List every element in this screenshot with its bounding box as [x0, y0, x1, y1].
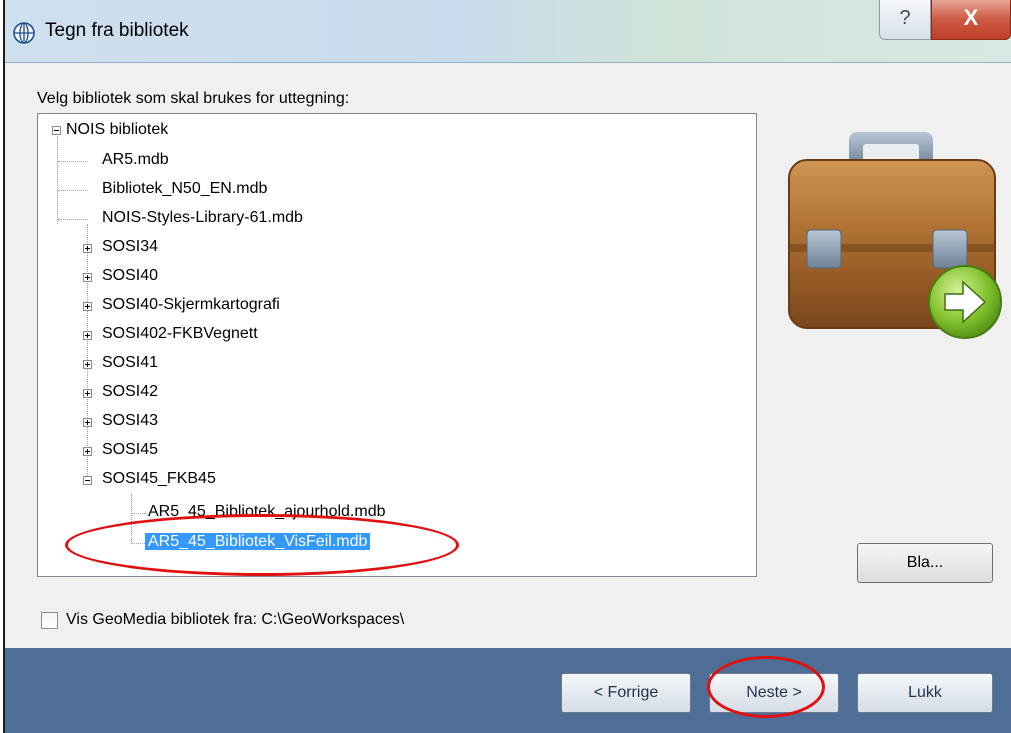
tree-item-ar5-45-ajourhold[interactable]: AR5_45_Bibliotek_ajourhold.mdb [148, 501, 386, 523]
tree-folder-sosi45[interactable]: SOSI45 [102, 439, 158, 461]
globe-icon [13, 22, 35, 44]
tree-root-nois-bibliotek[interactable]: NOIS bibliotek [66, 119, 168, 141]
expand-sosi34-toggle[interactable] [83, 244, 92, 253]
tree-item-nois-styles[interactable]: NOIS-Styles-Library-61.mdb [102, 207, 303, 229]
tree-folder-sosi43[interactable]: SOSI43 [102, 410, 158, 432]
close-button[interactable]: Lukk [857, 673, 993, 713]
expand-sosi45-toggle[interactable] [83, 447, 92, 456]
library-prompt: Velg bibliotek som skal brukes for utteg… [37, 90, 350, 107]
previous-button[interactable]: < Forrige [561, 673, 691, 713]
tree-item-ar5[interactable]: AR5.mdb [102, 149, 169, 171]
selected-item-label: AR5_45_Bibliotek_VisFeil.mdb [145, 533, 371, 550]
collapse-root-toggle[interactable] [52, 126, 61, 135]
title-bar[interactable]: Tegn fra bibliotek ? X [5, 0, 1011, 63]
expand-sosi43-toggle[interactable] [83, 418, 92, 427]
tree-folder-sosi40[interactable]: SOSI40 [102, 265, 158, 287]
expand-sosi40-skjerm-toggle[interactable] [83, 302, 92, 311]
expand-sosi42-toggle[interactable] [83, 389, 92, 398]
tree-folder-sosi42[interactable]: SOSI42 [102, 381, 158, 403]
close-icon: X [963, 5, 979, 30]
tree-folder-sosi41[interactable]: SOSI41 [102, 352, 158, 374]
library-tree[interactable]: NOIS bibliotek AR5.mdb Bibliotek_N50_EN.… [37, 113, 757, 577]
help-button[interactable]: ? [879, 0, 931, 40]
tree-item-ar5-45-visfeil[interactable]: AR5_45_Bibliotek_VisFeil.mdb [145, 531, 371, 553]
dialog-window: Tegn fra bibliotek ? X Velg bibliotek so… [3, 0, 1011, 733]
expand-sosi402-toggle[interactable] [83, 331, 92, 340]
tree-folder-sosi402-fkbvegnett[interactable]: SOSI402-FKBVegnett [102, 323, 258, 345]
help-icon: ? [899, 7, 911, 29]
tree-folder-sosi34[interactable]: SOSI34 [102, 236, 158, 258]
next-button[interactable]: Neste > [709, 673, 839, 713]
briefcase-icon [788, 132, 1002, 339]
expand-sosi41-toggle[interactable] [83, 360, 92, 369]
close-window-button[interactable]: X [931, 0, 1011, 40]
browse-button[interactable]: Bla... [857, 543, 993, 583]
tree-folder-sosi40-skjermkartografi[interactable]: SOSI40-Skjermkartografi [102, 294, 280, 316]
window-title: Tegn fra bibliotek [45, 20, 189, 41]
geomedia-library-checkbox[interactable] [41, 612, 58, 629]
collapse-sosi45-fkb45-toggle[interactable] [83, 476, 92, 485]
geomedia-library-label: Vis GeoMedia bibliotek fra: C:\GeoWorksp… [66, 611, 405, 628]
expand-sosi40-toggle[interactable] [83, 273, 92, 282]
tree-item-bibliotek-n50[interactable]: Bibliotek_N50_EN.mdb [102, 178, 267, 200]
tree-folder-sosi45-fkb45[interactable]: SOSI45_FKB45 [102, 468, 216, 490]
